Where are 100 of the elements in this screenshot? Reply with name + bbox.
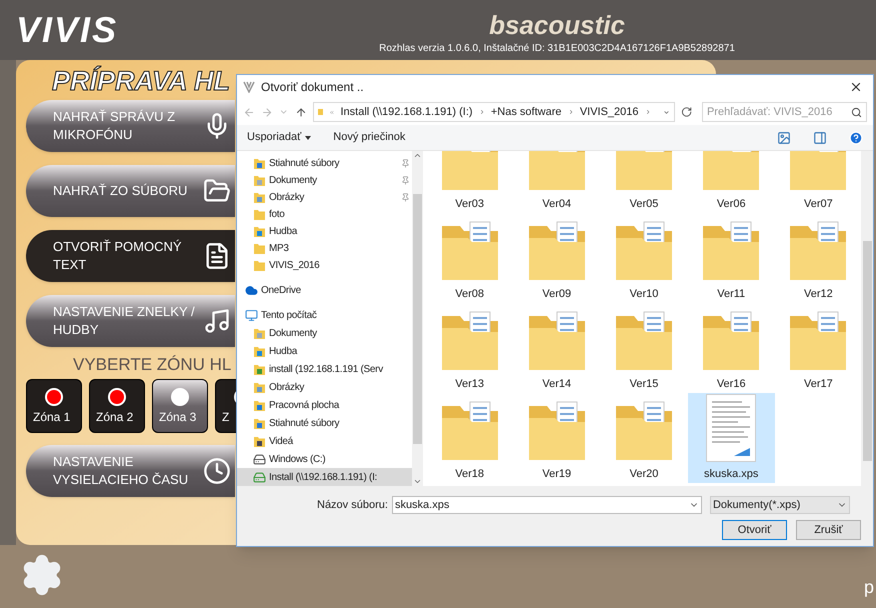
nav-item[interactable]: install (192.168.1.191 (Serv: [237, 360, 412, 378]
drive-icon: [253, 452, 266, 466]
zone-button[interactable]: Zóna 2: [89, 379, 145, 433]
scroll-up-icon[interactable]: [413, 151, 422, 160]
breadcrumb-item[interactable]: +Nas software: [490, 104, 562, 120]
app-icon: [243, 81, 255, 93]
music-note-icon: [203, 307, 231, 335]
nav-item[interactable]: Obrázky: [237, 188, 412, 206]
pin-icon: [401, 158, 410, 168]
file-item[interactable]: Ver13: [426, 303, 514, 393]
filename-field[interactable]: skuska.xps: [392, 496, 702, 514]
file-item[interactable]: Ver04: [513, 151, 600, 213]
file-item[interactable]: Ver16: [688, 303, 775, 393]
nav-item[interactable]: Dokumenty: [237, 172, 412, 189]
chevron-icon[interactable]: [644, 107, 651, 117]
nav-item[interactable]: Install (\\192.168.1.191) (I:: [237, 468, 412, 486]
dialog-button[interactable]: Otvoriť: [722, 520, 787, 540]
folder-icon: [440, 400, 500, 462]
file-item[interactable]: Ver08: [426, 213, 514, 303]
zone-button[interactable]: Zóna 3: [152, 379, 208, 433]
network-drive-icon: [253, 470, 266, 484]
chevron-icon[interactable]: [478, 107, 485, 117]
up-icon[interactable]: [294, 106, 307, 118]
version-text: Rozhlas verzia 1.0.6.0, Inštalačné ID: 31B1E003C2D4A167126F1A9B52892871: [379, 42, 735, 56]
action-button[interactable]: NASTAVENIE VYSIELACIEHO ČASU: [26, 445, 235, 497]
file-item[interactable]: Ver11: [688, 213, 775, 303]
pin-icon: [401, 176, 410, 185]
help-icon[interactable]: [849, 130, 863, 144]
folder-icon: [614, 400, 674, 462]
file-item[interactable]: Ver09: [513, 213, 600, 303]
file-item[interactable]: Ver07: [774, 151, 861, 213]
folder-icon: [440, 220, 500, 282]
folder-icon: [253, 326, 266, 340]
toolbar-command[interactable]: Nový priečinok: [333, 129, 406, 146]
preview-pane-icon[interactable]: [813, 130, 827, 144]
folder-icon: [253, 380, 266, 394]
scrollbar[interactable]: [861, 151, 873, 486]
cloud-icon: [245, 284, 258, 296]
file-item[interactable]: Ver17: [774, 303, 861, 393]
file-item[interactable]: Ver03: [426, 151, 514, 213]
folder-icon: [614, 310, 674, 372]
folder-icon: [253, 190, 266, 204]
file-item[interactable]: Ver18: [426, 393, 514, 483]
pin-icon: [401, 192, 410, 202]
file-item[interactable]: Ver05: [600, 151, 688, 213]
nav-item[interactable]: Dokumenty: [237, 324, 412, 342]
action-button[interactable]: NASTAVENIE ZNELKY / HUDBY: [26, 295, 235, 347]
file-item[interactable]: Ver19: [513, 393, 600, 483]
folder-icon: [701, 310, 762, 372]
filename-label: Názov súboru:: [317, 498, 388, 513]
file-item[interactable]: Ver12: [774, 213, 861, 303]
nav-item[interactable]: Hudba: [237, 342, 412, 360]
search-icon: [851, 106, 862, 118]
nav-item[interactable]: MP3: [237, 240, 412, 257]
brand-logo: bsacoustic: [489, 10, 625, 40]
address-bar[interactable]: Install (\\192.168.1.191) (I:) +Nas software VIVIS_2016: [312, 102, 675, 122]
zone-button[interactable]: Zóna 1: [26, 379, 82, 433]
folder-icon: [253, 208, 266, 221]
close-icon[interactable]: [849, 80, 863, 94]
chevron-icon[interactable]: [568, 107, 574, 117]
nav-item[interactable]: Videá: [237, 432, 412, 450]
file-item[interactable]: skuska.xps: [688, 393, 775, 483]
folder-icon: [526, 220, 587, 282]
refresh-icon[interactable]: [680, 106, 692, 118]
nav-item[interactable]: Windows (C:): [237, 450, 412, 468]
folder-icon: [318, 106, 323, 118]
file-item[interactable]: Ver15: [600, 303, 688, 393]
action-button[interactable]: OTVORIŤ POMOCNÝ TEXT: [26, 230, 235, 282]
nav-item[interactable]: OneDrive: [237, 281, 412, 299]
file-item[interactable]: Ver06: [688, 151, 775, 213]
dialog-button[interactable]: Zrušiť: [796, 520, 861, 540]
nav-item[interactable]: VIVIS_2016: [237, 256, 412, 274]
nav-item[interactable]: Pracovná plocha: [237, 396, 412, 414]
filetype-dropdown[interactable]: Dokumenty(*.xps): [710, 496, 850, 514]
action-button[interactable]: NAHRAŤ SPRÁVU Z MIKROFÓNU: [26, 100, 235, 152]
nav-item[interactable]: Stiahnuté súbory: [237, 154, 412, 172]
nav-item[interactable]: Obrázky: [237, 378, 412, 396]
nav-item[interactable]: Stiahnuté súbory: [237, 414, 412, 432]
nav-item[interactable]: Hudba: [237, 222, 412, 240]
zone-indicator-icon: [45, 388, 63, 406]
nav-item[interactable]: foto: [237, 206, 412, 223]
scroll-down-icon[interactable]: [413, 477, 422, 486]
file-item[interactable]: Ver10: [600, 213, 688, 303]
file-item[interactable]: Ver14: [513, 303, 600, 393]
view-icon[interactable]: [777, 130, 791, 144]
folder-icon: [253, 398, 266, 412]
breadcrumb-item[interactable]: Install (\\192.168.1.191) (I:): [340, 104, 473, 120]
document-thumbnail: [706, 394, 756, 462]
zone-indicator-icon: [171, 388, 189, 406]
breadcrumb-item[interactable]: VIVIS_2016: [580, 104, 639, 120]
computer-icon: [245, 308, 258, 322]
search-field[interactable]: Prehľadávať: VIVIS_2016: [702, 102, 867, 122]
action-button[interactable]: NAHRAŤ ZO SÚBORU: [26, 165, 235, 217]
folder-icon: [526, 310, 587, 372]
file-item[interactable]: Ver20: [600, 393, 688, 483]
dialog-title: Otvoriť dokument ..: [261, 79, 365, 96]
scrollbar[interactable]: [412, 151, 423, 486]
corner-text: p: [864, 577, 874, 597]
nav-item[interactable]: Tento počítač: [237, 306, 412, 324]
toolbar-command[interactable]: Usporiadať: [247, 129, 312, 146]
